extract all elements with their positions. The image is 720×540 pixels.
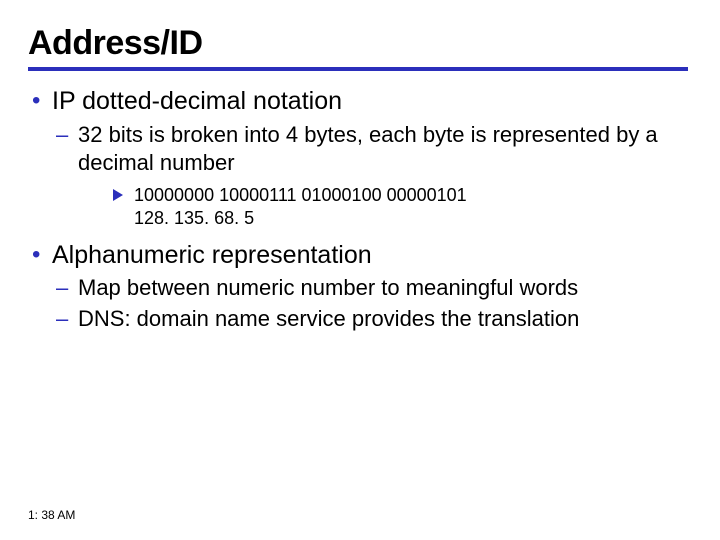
bullet-l2-text: 32 bits is broken into 4 bytes, each byt… xyxy=(78,122,658,176)
bullet-l2: DNS: domain name service provides the tr… xyxy=(52,305,692,334)
bullet-list: IP dotted-decimal notation 32 bits is br… xyxy=(28,85,692,334)
timestamp: 1: 38 AM xyxy=(28,508,75,522)
bullet-l2-text: Map between numeric number to meaningful… xyxy=(78,275,578,300)
bullet-l1: IP dotted-decimal notation 32 bits is br… xyxy=(28,85,692,231)
arrow-text-decimal: 128. 135. 68. 5 xyxy=(134,207,692,230)
bullet-l1-text: Alphanumeric representation xyxy=(52,241,372,269)
slide-title: Address/ID xyxy=(28,24,692,63)
slide: Address/ID IP dotted-decimal notation 32… xyxy=(0,0,720,334)
sub-list: 32 bits is broken into 4 bytes, each byt… xyxy=(52,121,692,231)
sub-list: Map between numeric number to meaningful… xyxy=(52,274,692,333)
arrow-text-binary: 10000000 10000111 01000100 00000101 xyxy=(134,184,692,207)
bullet-l2: 32 bits is broken into 4 bytes, each byt… xyxy=(52,121,692,231)
arrow-line: 10000000 10000111 01000100 00000101 xyxy=(112,184,692,207)
title-underline xyxy=(28,67,688,71)
bullet-l1-text: IP dotted-decimal notation xyxy=(52,87,342,115)
bullet-l1: Alphanumeric representation Map between … xyxy=(28,239,692,334)
bullet-l2-text: DNS: domain name service provides the tr… xyxy=(78,306,579,331)
arrow-right-icon xyxy=(112,188,126,202)
bullet-l2: Map between numeric number to meaningful… xyxy=(52,274,692,303)
arrow-block: 10000000 10000111 01000100 00000101 128.… xyxy=(112,184,692,231)
